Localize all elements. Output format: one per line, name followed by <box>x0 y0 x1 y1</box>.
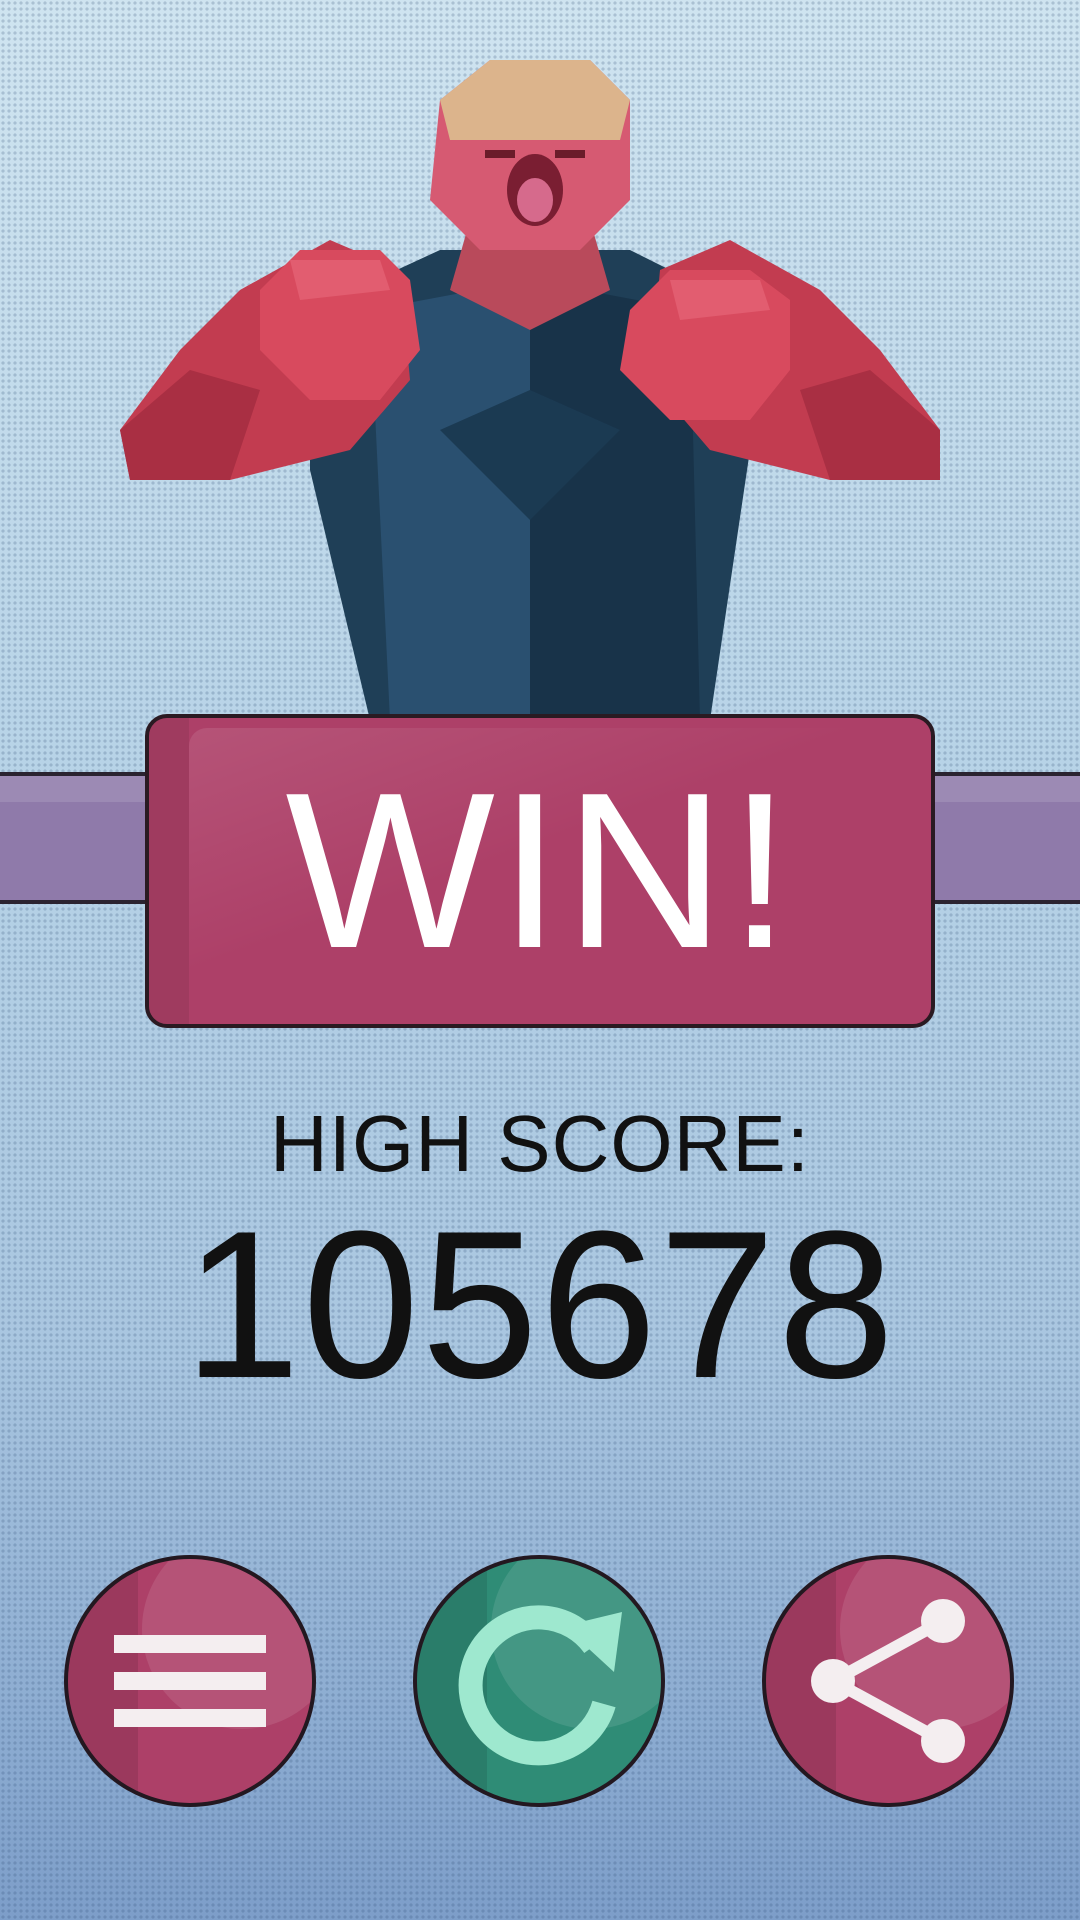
restart-icon <box>458 1605 622 1766</box>
banner-shade <box>149 718 189 1024</box>
high-score-label: HIGH SCORE: <box>270 1099 810 1188</box>
hamburger-menu-icon <box>114 1635 266 1727</box>
result-title: WIN! <box>285 747 795 995</box>
win-banner: WIN! <box>145 714 935 1028</box>
menu-button[interactable] <box>64 1555 316 1807</box>
high-score-value: 105678 <box>183 1187 897 1422</box>
cheering-character-image <box>120 60 940 720</box>
restart-button[interactable] <box>413 1555 665 1807</box>
share-button[interactable] <box>762 1555 1014 1807</box>
share-icon <box>811 1599 965 1763</box>
